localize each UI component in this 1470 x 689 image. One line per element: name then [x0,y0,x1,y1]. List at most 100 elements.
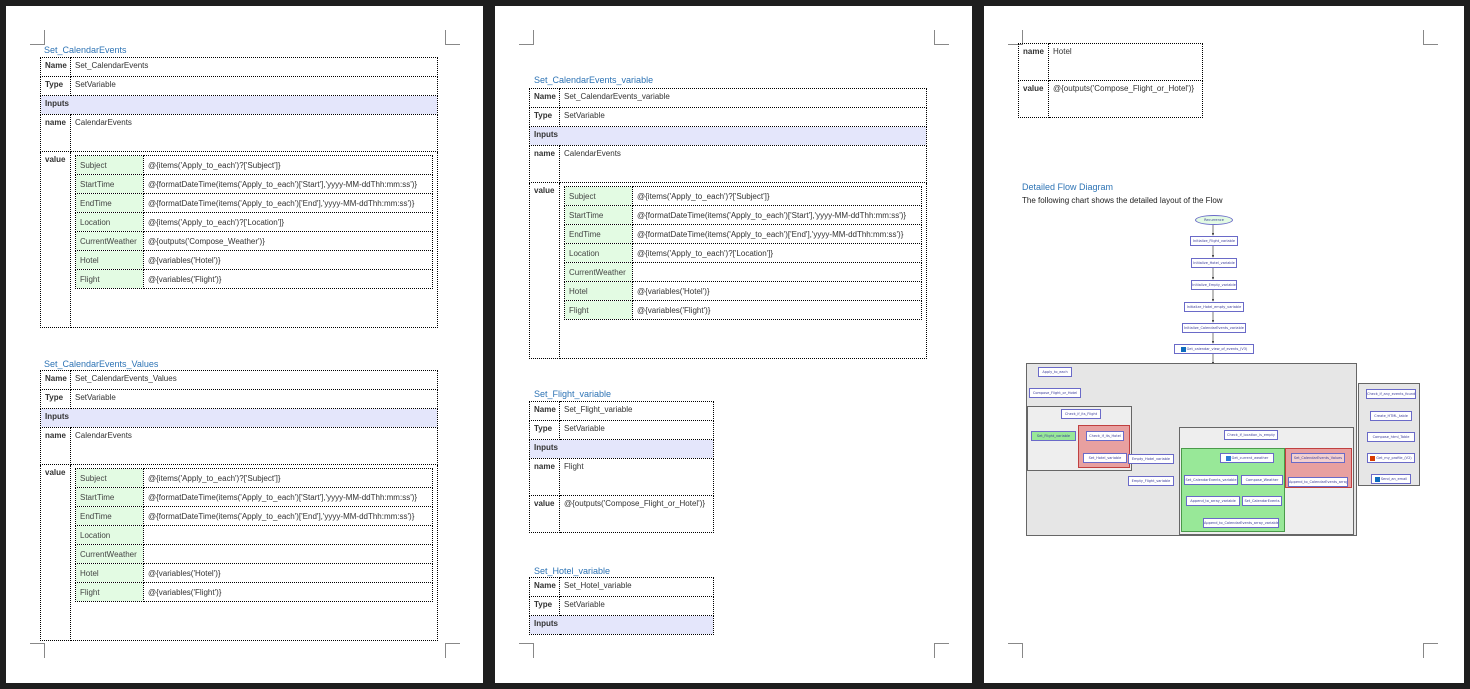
flow-node: Get_current_weather [1220,453,1274,463]
document-page-1: Set_CalendarEvents Name Set_CalendarEvent… [6,6,483,683]
value-val [143,525,433,545]
value-key: Location [564,243,633,263]
flow-node: Check_if_any_events_found [1366,389,1416,399]
field-label: value [529,182,560,359]
value-key: Hotel [564,281,633,301]
field-value: SetVariable [70,389,438,409]
field-label: value [40,151,71,328]
value-key: Hotel [75,250,144,270]
section-heading: Set_Flight_variable [534,389,612,399]
inputs-header: Inputs [40,95,438,115]
field-value: Flight [559,458,714,496]
value-val: @{formatDateTime(items('Apply_to_each')[… [143,174,433,194]
table-row: EndTime @{formatDateTime(items('Apply_to_… [75,506,433,526]
inputs-header: Inputs [529,439,714,459]
table-row: Subject @{items('Apply_to_each')?['Subjec… [75,468,433,488]
crop-mark [934,30,949,45]
field-label: Type [529,596,560,616]
table-row: Hotel @{variables('Hotel')} [75,563,433,583]
flow-node: Empty_Flight_variable [1128,476,1174,486]
value-val: @{variables('Flight')} [143,269,433,289]
flow-node: Initialize_Hotel_empty_variable [1184,302,1244,312]
field-value: Set_CalendarEvents_variable [559,88,927,108]
field-value: CalendarEvents [70,114,438,152]
flow-node: Set_Flight_variable [1031,431,1076,441]
flow-node-label: Get_current_weather [1231,456,1269,460]
value-val: @{variables('Flight')} [143,582,433,602]
inputs-header: Inputs [529,615,714,635]
field-label: name [529,458,560,496]
flow-node: Append_to_array_variable [1186,496,1240,506]
value-key: Hotel [75,563,144,583]
table-row: CurrentWeather @{outputs('Compose_Weather… [75,231,433,251]
flow-node: Set_Hotel_variable [1083,453,1127,463]
value-val: @{items('Apply_to_each')?['Subject']} [143,155,433,175]
flow-node: Initialize_Empty_variable [1191,280,1237,290]
inputs-header: Inputs [529,126,927,146]
value-val [632,262,922,282]
table-row: Subject @{items('Apply_to_each')?['Subjec… [564,186,922,206]
field-value: Set_CalendarEvents [70,57,438,77]
table-row: Hotel @{variables('Hotel')} [564,281,922,301]
field-label: Name [529,88,560,108]
field-label: Type [529,420,560,440]
section-heading: Set_CalendarEvents_variable [534,75,654,85]
table-row: Flight @{variables('Flight')} [564,300,922,320]
field-value: @{outputs('Compose_Flight_or_Hotel')} [559,495,714,533]
section-heading: Set_Hotel_variable [534,566,611,576]
field-label: Name [40,370,71,390]
field-label: name [40,427,71,465]
value-key: CurrentWeather [75,544,144,564]
flow-node: Apply_to_each [1038,367,1072,377]
crop-mark [30,30,45,45]
document-page-3: name Hotel value @{outputs('Compose_Flight… [984,6,1464,683]
value-val: @{formatDateTime(items('Apply_to_each')[… [143,506,433,526]
action-table: Name Set_CalendarEvents Type SetVariable I… [40,57,438,328]
field-value: Set_Flight_variable [559,401,714,421]
field-label: value [40,464,71,641]
value-key: CurrentWeather [75,231,144,251]
flow-node: Recurrence [1195,215,1233,225]
crop-mark [519,643,534,658]
field-label: Type [529,107,560,127]
table-row: Flight @{variables('Flight')} [75,269,433,289]
flow-node-label: Get_my_profile_(V2) [1376,456,1412,460]
action-table: Name Set_CalendarEvents_Values Type SetVar… [40,370,438,641]
flow-node: Get_calendar_view_of_events_(V3) [1174,344,1254,354]
value-val: @{variables('Hotel')} [632,281,922,301]
value-key: StartTime [75,174,144,194]
flow-node: Check_if_its_Flight [1061,409,1101,419]
value-table: Subject @{items('Apply_to_each')?['Subjec… [75,155,433,289]
value-val: @{outputs('Compose_Weather')} [143,231,433,251]
value-key: Location [75,525,144,545]
value-table: Subject @{items('Apply_to_each')?['Subjec… [564,186,922,320]
outlook-icon [1374,476,1380,482]
value-key: Subject [564,186,633,206]
value-val: @{variables('Flight')} [632,300,922,320]
value-key: Flight [564,300,633,320]
value-val: @{formatDateTime(items('Apply_to_each')[… [143,193,433,213]
field-value: CalendarEvents [70,427,438,465]
value-key: EndTime [75,193,144,213]
flow-node: Set_CalendarEvents_variable [1184,475,1238,485]
value-val: @{formatDateTime(items('Apply_to_each')[… [632,205,922,225]
flow-node: Create_HTML_table [1370,411,1412,421]
section-heading: Set_CalendarEvents_Values [44,359,159,369]
field-label: value [529,495,560,533]
value-key: Flight [75,582,144,602]
table-row: StartTime @{formatDateTime(items('Apply_t… [75,174,433,194]
field-label: Type [40,76,71,96]
value-key: Flight [75,269,144,289]
value-cell: Subject @{items('Apply_to_each')?['Subjec… [70,464,438,641]
flow-node: Check_if_its_Hotel [1086,431,1124,441]
table-row: CurrentWeather [75,544,433,564]
field-value: SetVariable [559,107,927,127]
table-row: StartTime @{formatDateTime(items('Apply_t… [75,487,433,507]
value-val: @{items('Apply_to_each')?['Subject']} [632,186,922,206]
flow-node: Set_CalendarEvents_Values [1291,453,1345,463]
table-row: EndTime @{formatDateTime(items('Apply_to_… [564,224,922,244]
weather-icon [1225,455,1231,461]
field-label: Name [40,57,71,77]
table-row: EndTime @{formatDateTime(items('Apply_to_… [75,193,433,213]
crop-mark [30,643,45,658]
